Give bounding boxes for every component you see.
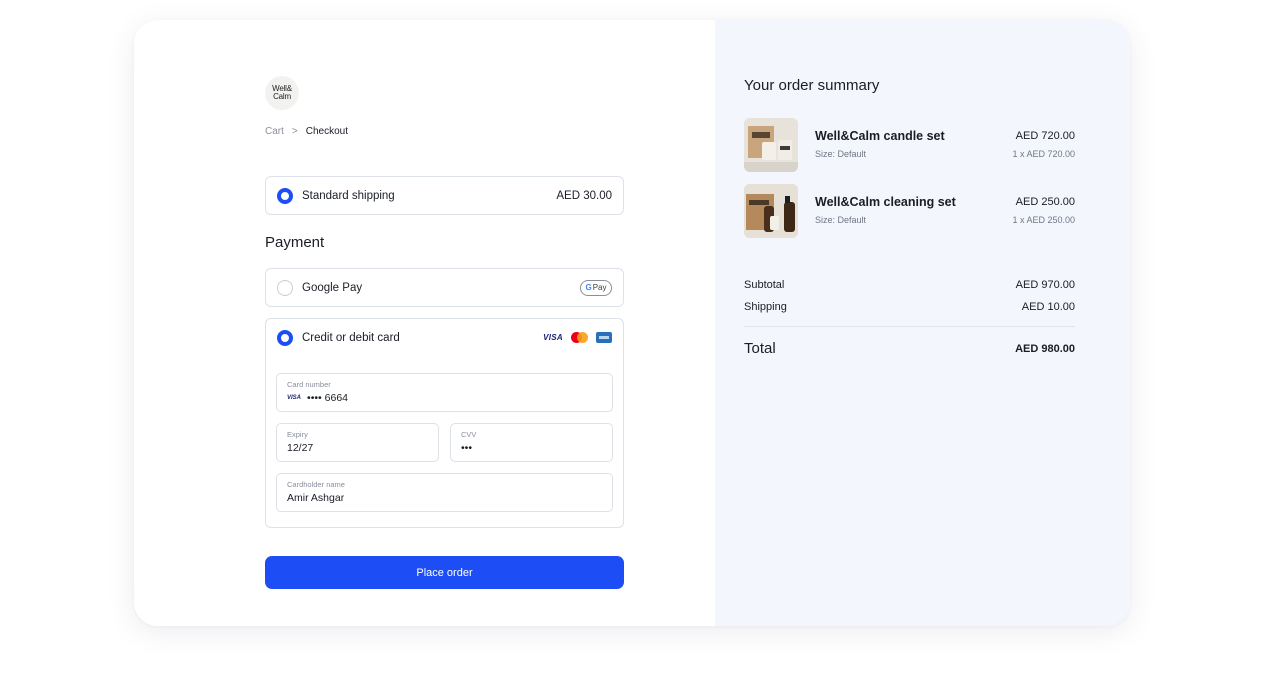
google-pay-badge-text: Pay: [592, 283, 607, 292]
card-number-label: Card number: [287, 380, 331, 389]
expiry-value: 12/27: [287, 442, 314, 454]
item-price: AED 250.00: [1015, 196, 1075, 208]
total-label: Total: [744, 340, 776, 357]
shipping-row: Shipping AED 10.00: [744, 301, 1075, 313]
card-number-value: •••• 6664: [307, 392, 348, 404]
list-item: Well&Calm candle set Size: Default AED 7…: [744, 118, 1075, 172]
card-radio[interactable]: [277, 329, 293, 346]
breadcrumb-checkout: Checkout: [305, 126, 348, 137]
shipping-option[interactable]: Standard shipping AED 30.00: [265, 176, 624, 215]
item-name: Well&Calm cleaning set: [815, 195, 956, 209]
summary-shipping-label: Shipping: [744, 301, 787, 313]
card-option-label: Credit or debit card: [302, 331, 400, 344]
logo-line-2: Calm: [273, 92, 291, 101]
cleaning-set-thumbnail: [744, 184, 798, 238]
breadcrumb: Cart > Checkout: [265, 126, 348, 137]
expiry-field[interactable]: Expiry 12/27: [276, 423, 439, 462]
checkout-card: Well& Calm Cart > Checkout Standard ship…: [134, 20, 1130, 626]
subtotal-value: AED 970.00: [1015, 279, 1075, 291]
item-quantity: 1 x AED 720.00: [1012, 149, 1075, 159]
amex-icon: [596, 332, 612, 343]
subtotal-row: Subtotal AED 970.00: [744, 279, 1075, 291]
chevron-right-icon: >: [291, 126, 298, 137]
shipping-label: Standard shipping: [302, 189, 395, 202]
google-pay-radio[interactable]: [277, 279, 293, 296]
order-summary-title: Your order summary: [744, 77, 880, 94]
payment-title: Payment: [265, 234, 325, 251]
summary-shipping-value: AED 10.00: [1021, 301, 1075, 313]
payment-option-google-pay[interactable]: Google Pay G Pay: [265, 268, 624, 307]
cardholder-name-field[interactable]: Cardholder name Amir Ashgar: [276, 473, 613, 512]
brand-logo[interactable]: Well& Calm: [265, 76, 299, 110]
shipping-price: AED 30.00: [556, 189, 612, 202]
place-order-button[interactable]: Place order: [265, 556, 624, 589]
item-name: Well&Calm candle set: [815, 129, 945, 143]
google-pay-icon: G Pay: [580, 279, 612, 296]
card-number-field[interactable]: Card number VISA •••• 6664: [276, 373, 613, 412]
cvv-value: •••: [461, 442, 473, 454]
mastercard-icon: [571, 332, 588, 343]
cvv-label: CVV: [461, 430, 477, 439]
item-size: Size: Default: [815, 149, 867, 159]
shipping-radio[interactable]: [277, 187, 293, 204]
card-brands: VISA: [543, 332, 612, 343]
order-summary-panel: Your order summary Well&Calm candle set …: [715, 20, 1130, 626]
expiry-label: Expiry: [287, 430, 308, 439]
divider: [744, 326, 1075, 327]
item-size: Size: Default: [815, 215, 867, 225]
subtotal-label: Subtotal: [744, 279, 785, 291]
list-item: Well&Calm cleaning set Size: Default AED…: [744, 184, 1075, 238]
item-price: AED 720.00: [1015, 130, 1075, 142]
cvv-field[interactable]: CVV •••: [450, 423, 613, 462]
cardholder-label: Cardholder name: [287, 480, 345, 489]
cardholder-value: Amir Ashgar: [287, 492, 345, 504]
candle-set-thumbnail: [744, 118, 798, 172]
breadcrumb-cart-link[interactable]: Cart: [265, 126, 284, 137]
total-value: AED 980.00: [1015, 342, 1075, 355]
visa-icon: VISA: [287, 395, 302, 401]
checkout-form-panel: Well& Calm Cart > Checkout Standard ship…: [134, 20, 715, 626]
google-pay-label: Google Pay: [302, 281, 363, 294]
item-quantity: 1 x AED 250.00: [1012, 215, 1075, 225]
visa-icon: VISA: [543, 333, 563, 342]
total-row: Total AED 980.00: [744, 340, 1075, 357]
